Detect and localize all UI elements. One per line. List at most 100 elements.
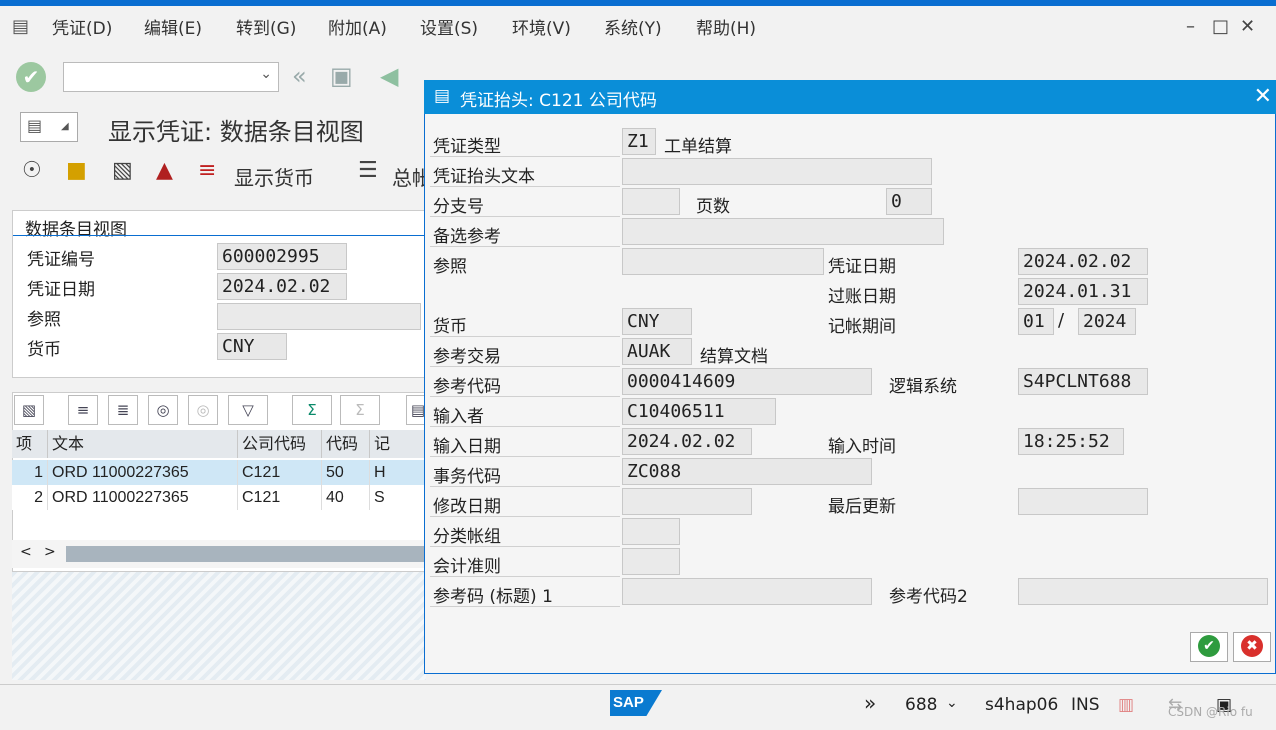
save-icon[interactable]: ▣ xyxy=(330,62,353,90)
filter-icon[interactable]: ▽ xyxy=(228,395,268,425)
subtotal-icon[interactable]: Σ xyxy=(340,395,380,425)
ref-key2-label: 参考代码2 xyxy=(889,587,968,607)
changed-on-label: 修改日期 xyxy=(433,497,501,517)
currency-field[interactable]: CNY xyxy=(622,308,692,335)
alt-ref-label: 备选参考 xyxy=(433,227,501,247)
expand-status-icon[interactable]: » xyxy=(864,691,876,715)
cancel-button[interactable]: ✖ xyxy=(1233,632,1271,662)
command-field[interactable]: ⌄ xyxy=(63,62,279,92)
back-icon[interactable]: ◀ xyxy=(380,62,398,90)
dialog-close-icon[interactable]: ✕ xyxy=(1254,84,1272,109)
table-row-1-dc[interactable]: H xyxy=(370,460,426,485)
change-icon[interactable]: ■ xyxy=(66,158,87,183)
posting-date-field[interactable]: 2024.01.31 xyxy=(1018,278,1148,305)
close-icon[interactable]: ✕ xyxy=(1240,16,1255,37)
menu-edit[interactable]: 编辑(E) xyxy=(144,14,202,39)
ok-button[interactable]: ✔ xyxy=(1190,632,1228,662)
doc-date-field[interactable]: 2024.02.02 xyxy=(217,273,347,300)
scroll-left-icon[interactable]: < xyxy=(20,544,32,560)
document-search-icon[interactable]: ▧ xyxy=(112,158,133,183)
back-double-icon[interactable]: « xyxy=(292,62,307,90)
header-text-field[interactable] xyxy=(622,158,932,185)
empty-area xyxy=(12,572,426,680)
last-update-field[interactable] xyxy=(1018,488,1148,515)
sort-desc-icon[interactable]: ≣ xyxy=(108,395,138,425)
entry-date-field[interactable]: 2024.02.02 xyxy=(622,428,752,455)
pages-field[interactable]: 0 xyxy=(886,188,932,215)
period-year-field[interactable]: 2024 xyxy=(1078,308,1136,335)
doc-number-field[interactable]: 600002995 xyxy=(217,243,347,270)
col-header-dc[interactable]: 记 xyxy=(370,430,426,458)
table-row-1-item[interactable]: 1 xyxy=(12,460,48,485)
row-divider xyxy=(430,546,620,547)
ledger-icon[interactable]: ☰ xyxy=(358,158,378,183)
menu-goto[interactable]: 转到(G) xyxy=(236,14,296,39)
input-mode[interactable]: INS xyxy=(1071,695,1100,715)
col-header-code[interactable]: 代码 xyxy=(322,430,370,458)
menu-document[interactable]: 凭证(D) xyxy=(52,14,112,39)
find-icon[interactable]: ◎ xyxy=(148,395,178,425)
col-header-company-code[interactable]: 公司代码 xyxy=(238,430,322,458)
acct-principle-field[interactable] xyxy=(622,548,680,575)
entered-by-field[interactable]: C10406511 xyxy=(622,398,776,425)
hat-icon[interactable]: ▲ xyxy=(156,158,173,183)
horizontal-scrollbar[interactable]: < > xyxy=(12,540,426,568)
tcode-field[interactable]: ZC088 xyxy=(622,458,872,485)
display-currency-button[interactable]: 显示货币 xyxy=(234,162,314,191)
ref-key2-field[interactable] xyxy=(1018,578,1268,605)
menu-environment[interactable]: 环境(V) xyxy=(512,14,571,39)
entry-time-field[interactable]: 18:25:52 xyxy=(1018,428,1124,455)
chevron-down-icon[interactable]: ⌄ xyxy=(260,66,272,82)
row-divider xyxy=(430,216,620,217)
sort-asc-icon[interactable]: ≡ xyxy=(68,395,98,425)
scroll-right-icon[interactable]: > xyxy=(44,544,56,560)
screen-menu-button[interactable]: ▤ ◢ xyxy=(20,112,78,142)
minimize-icon[interactable]: – xyxy=(1186,16,1195,37)
client-dropdown-icon[interactable]: ⌄ xyxy=(946,695,958,711)
enter-check-icon[interactable]: ✔ xyxy=(16,62,46,92)
table-row-1-text[interactable]: ORD 11000227365 xyxy=(48,460,238,485)
period-field[interactable]: 01 xyxy=(1018,308,1054,335)
table-row-2-item[interactable]: 2 xyxy=(12,485,48,510)
scroll-thumb[interactable] xyxy=(66,546,424,562)
app-menu-icon[interactable]: ▤ xyxy=(12,16,29,37)
grid-details-icon[interactable]: ▧ xyxy=(14,395,44,425)
table-row-2-dc[interactable]: S xyxy=(370,485,426,510)
reference-field[interactable] xyxy=(622,248,824,275)
alt-ref-field[interactable] xyxy=(622,218,944,245)
menu-extras[interactable]: 附加(A) xyxy=(328,14,387,39)
col-header-item[interactable]: 项 xyxy=(12,430,48,458)
logical-sys-field[interactable]: S4PCLNT688 xyxy=(1018,368,1148,395)
menu-system[interactable]: 系统(Y) xyxy=(604,14,662,39)
error-log-icon[interactable]: ▥ xyxy=(1118,695,1134,715)
ref-key-field[interactable]: 0000414609 xyxy=(622,368,872,395)
ledger-group-field[interactable] xyxy=(622,518,680,545)
table-row-1-code[interactable]: 50 xyxy=(322,460,370,485)
glasses-icon[interactable]: ☉ xyxy=(22,158,42,183)
menu-help[interactable]: 帮助(H) xyxy=(696,14,756,39)
table-row-1-company[interactable]: C121 xyxy=(238,460,322,485)
row-divider xyxy=(430,606,620,607)
reference-field[interactable] xyxy=(217,303,421,330)
table-row-2-company[interactable]: C121 xyxy=(238,485,322,510)
table-row-2-code[interactable]: 40 xyxy=(322,485,370,510)
doc-date-field[interactable]: 2024.02.02 xyxy=(1018,248,1148,275)
currency-field[interactable]: CNY xyxy=(217,333,287,360)
row-divider xyxy=(430,366,620,367)
maximize-icon[interactable]: □ xyxy=(1212,16,1229,37)
ref-trans-field[interactable]: AUAK xyxy=(622,338,692,365)
changed-on-field[interactable] xyxy=(622,488,752,515)
doc-date-label: 凭证日期 xyxy=(828,257,896,277)
branch-field[interactable] xyxy=(622,188,680,215)
reference-label: 参照 xyxy=(433,257,467,277)
row-divider xyxy=(430,336,620,337)
period-label: 记帐期间 xyxy=(828,317,896,337)
col-header-text[interactable]: 文本 xyxy=(48,430,238,458)
currency-icon[interactable]: ≡ xyxy=(198,158,216,183)
ref-key1-field[interactable] xyxy=(622,578,872,605)
doc-type-field[interactable]: Z1 xyxy=(622,128,656,155)
find-next-icon[interactable]: ◎ xyxy=(188,395,218,425)
menu-settings[interactable]: 设置(S) xyxy=(420,14,478,39)
sum-icon[interactable]: Σ xyxy=(292,395,332,425)
table-row-2-text[interactable]: ORD 11000227365 xyxy=(48,485,238,510)
